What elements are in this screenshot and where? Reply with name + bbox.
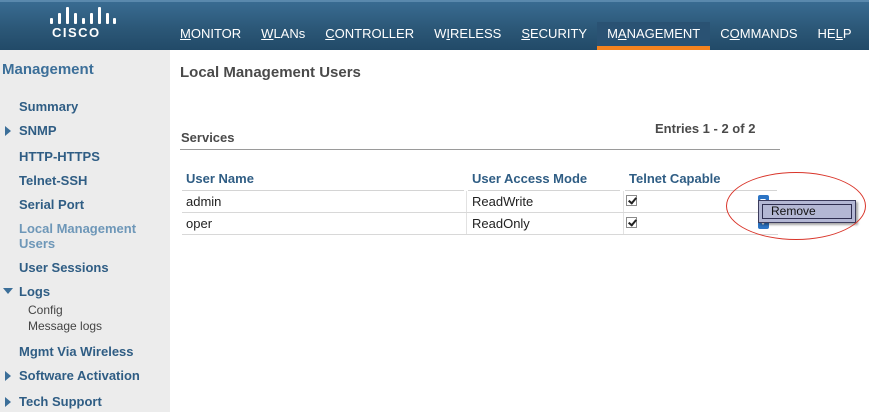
menu-management[interactable]: MANAGEMENT: [597, 22, 711, 50]
sidebar-item-tech-support[interactable]: Tech Support: [19, 394, 102, 409]
sidebar-item-http-https[interactable]: HTTP-HTTPS: [19, 149, 100, 164]
collapse-arrow-icon[interactable]: [3, 288, 13, 294]
telnet-capable-checkbox: [626, 195, 637, 206]
sidebar-item-snmp[interactable]: SNMP: [19, 123, 57, 138]
section-divider: [180, 149, 780, 150]
remove-menu-item-label: Remove: [762, 204, 852, 219]
sidebar-subitem-config[interactable]: Config: [28, 303, 63, 317]
menu-wlans[interactable]: WLANs: [251, 22, 315, 50]
sidebar-item-serial-port[interactable]: Serial Port: [19, 197, 84, 212]
expand-arrow-icon[interactable]: [5, 397, 11, 407]
sidebar-title: Management: [2, 61, 94, 78]
sidebar-subitem-message-logs[interactable]: Message logs: [28, 319, 102, 333]
header-underline: [625, 190, 777, 191]
sidebar-item-local-management-users[interactable]: Local Management Users: [19, 221, 136, 251]
cisco-logo[interactable]: CISCO: [46, 4, 116, 44]
header-underline: [182, 190, 464, 191]
sidebar-item-mgmt-via-wireless[interactable]: Mgmt Via Wireless: [19, 344, 134, 359]
menu-security[interactable]: SECURITY: [511, 22, 597, 50]
sidebar-item-logs[interactable]: Logs: [19, 284, 50, 299]
menu-monitor[interactable]: MONITOR: [170, 22, 251, 50]
cisco-logo-text: CISCO: [52, 25, 101, 40]
row-divider: [182, 212, 778, 213]
sidebar-item-summary[interactable]: Summary: [19, 99, 78, 114]
cell-access-mode: ReadOnly: [472, 216, 530, 231]
column-separator: [466, 191, 467, 235]
header-underline: [468, 190, 620, 191]
main-menu: MONITOR WLANs CONTROLLER WIRELESS SECURI…: [170, 22, 869, 50]
top-bar-highlight: [0, 0, 869, 2]
cell-access-mode: ReadWrite: [472, 194, 534, 209]
cell-user-name: oper: [186, 216, 213, 231]
remove-menu-item[interactable]: Remove: [758, 200, 856, 223]
expand-arrow-icon[interactable]: [5, 126, 11, 136]
sidebar: Management Summary SNMP HTTP-HTTPS Telne…: [0, 50, 170, 412]
column-header-telnet-capable: Telnet Capable: [629, 171, 721, 186]
sidebar-item-user-sessions[interactable]: User Sessions: [19, 260, 109, 275]
cell-user-name: admin: [186, 194, 222, 209]
menu-commands[interactable]: COMMANDS: [710, 22, 807, 50]
menu-feedback[interactable]: FE: [862, 22, 869, 50]
telnet-capable-checkbox: [626, 217, 637, 228]
sidebar-item-software-activation[interactable]: Software Activation: [19, 368, 140, 383]
menu-controller[interactable]: CONTROLLER: [315, 22, 424, 50]
entries-count: Entries 1 - 2 of 2: [655, 121, 756, 136]
row-divider: [182, 234, 778, 235]
expand-arrow-icon[interactable]: [5, 371, 11, 381]
column-separator: [623, 191, 624, 235]
cisco-logo-bars-icon: [46, 4, 116, 24]
column-header-user-name: User Name: [186, 171, 254, 186]
sidebar-item-telnet-ssh[interactable]: Telnet-SSH: [19, 173, 87, 188]
top-navigation-bar: CISCO MONITOR WLANs CONTROLLER WIRELESS …: [0, 0, 869, 50]
menu-wireless[interactable]: WIRELESS: [424, 22, 511, 50]
section-title: Services: [181, 130, 235, 145]
page-title: Local Management Users: [180, 64, 361, 81]
sidebar-item-label: Local Management: [19, 221, 137, 236]
column-header-access-mode: User Access Mode: [472, 171, 588, 186]
sidebar-item-label: Users: [19, 236, 56, 251]
menu-help[interactable]: HELP: [808, 22, 862, 50]
